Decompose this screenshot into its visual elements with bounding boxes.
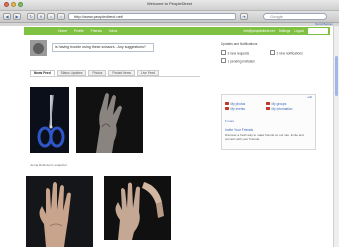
nav-home-link[interactable]: Home — [58, 29, 67, 33]
address-bar[interactable]: http://www.peopledirect.net/ — [68, 13, 236, 20]
avatar-image — [33, 43, 44, 54]
my-information-link[interactable]: My information — [266, 107, 292, 111]
stop-button[interactable]: ✕ — [37, 13, 45, 20]
nav-friends-link[interactable]: Friends — [91, 29, 102, 33]
site-search-input[interactable] — [308, 28, 328, 34]
more-link[interactable]: ▾ more — [225, 119, 234, 123]
invite-friends-text: Discover a fresh way to make friends on … — [225, 133, 304, 141]
hand-photo-3[interactable] — [104, 176, 171, 240]
hand-image-2 — [26, 176, 93, 247]
groups-icon — [266, 102, 270, 106]
scissors-image — [30, 87, 69, 153]
my-photos-link[interactable]: My photos — [225, 102, 245, 106]
window-title: Welcome to PeopleDirect — [146, 1, 193, 6]
bookmark-button[interactable]: ☆ — [57, 13, 65, 20]
home-button[interactable]: ⌂ — [47, 13, 55, 20]
new-requests-link[interactable]: 3 new requests — [221, 50, 250, 56]
nav-profile-link[interactable]: Profile — [74, 29, 84, 33]
site-nav-account: info@peopledirect.net Settings Logout — [244, 29, 304, 33]
pending-invitation-link[interactable]: 1 pending invitation — [221, 58, 255, 64]
nav-account-email[interactable]: info@peopledirect.net — [244, 29, 275, 33]
browser-toolbar: ◀ ▶ ↻ ✕ ⌂ ☆ http://www.peopledirect.net/… — [0, 11, 339, 23]
home-icon: ⌂ — [49, 14, 53, 19]
title-bar: Welcome to PeopleDirect — [0, 0, 339, 11]
events-icon — [225, 107, 229, 111]
user-avatar[interactable] — [30, 40, 47, 56]
new-notifications-link[interactable]: 2 new notifications — [270, 50, 303, 56]
scissors-photo[interactable] — [30, 87, 69, 153]
hand-image-1 — [76, 87, 143, 153]
go-button[interactable]: ➜ — [240, 13, 248, 20]
tabs-divider — [30, 76, 200, 77]
hand-photo-2[interactable] — [26, 176, 93, 247]
scroll-bottom-link[interactable]: Scroll Bottom — [315, 22, 333, 26]
forward-button[interactable]: ▶ — [13, 13, 21, 20]
photo-caption: Jonna Robinson's snapshot — [30, 163, 67, 167]
back-button[interactable]: ◀ — [3, 13, 11, 20]
site-nav-bar: Home Profile Friends Inbox info@peopledi… — [24, 27, 330, 35]
nav-inbox-link[interactable]: Inbox — [109, 29, 117, 33]
my-information-label: My information — [271, 107, 293, 111]
back-arrow-icon: ◀ — [5, 14, 9, 19]
reload-icon: ↻ — [29, 14, 33, 19]
my-groups-link[interactable]: My groups — [266, 102, 286, 106]
nav-settings-link[interactable]: Settings — [279, 29, 291, 33]
reload-button[interactable]: ↻ — [27, 13, 35, 20]
my-photos-label: My photos — [230, 102, 246, 106]
stop-icon: ✕ — [39, 14, 43, 19]
nav-logout-link[interactable]: Logout — [294, 29, 304, 33]
star-icon: ☆ — [59, 14, 63, 19]
my-events-label: My events — [230, 107, 246, 111]
profile-links-panel: edit My photos My events My groups My in… — [221, 94, 316, 150]
browser-window: Welcome to PeopleDirect ◀ ▶ ↻ ✕ ⌂ ☆ http… — [0, 0, 339, 247]
my-groups-label: My groups — [271, 102, 287, 106]
hand-photo-1[interactable] — [76, 87, 143, 153]
edit-link[interactable]: edit — [307, 95, 312, 99]
forward-arrow-icon: ▶ — [15, 14, 19, 19]
page-scrollbar[interactable] — [333, 26, 339, 247]
bookmarks-bar — [0, 23, 339, 26]
scrollbar-thumb[interactable] — [335, 56, 338, 96]
invite-friends-title[interactable]: Invite Your Friends — [225, 128, 253, 132]
updates-title: Updates and Notifications — [221, 42, 258, 46]
hand-image-3 — [104, 176, 171, 240]
go-arrow-icon: ➜ — [242, 14, 246, 19]
site-nav-links: Home Profile Friends Inbox — [58, 29, 117, 33]
browser-search-input[interactable]: Google — [263, 13, 327, 20]
photos-icon — [225, 102, 229, 106]
my-events-link[interactable]: My events — [225, 107, 245, 111]
status-input[interactable]: is having trouble using these scissors -… — [52, 43, 154, 52]
information-icon — [266, 107, 270, 111]
